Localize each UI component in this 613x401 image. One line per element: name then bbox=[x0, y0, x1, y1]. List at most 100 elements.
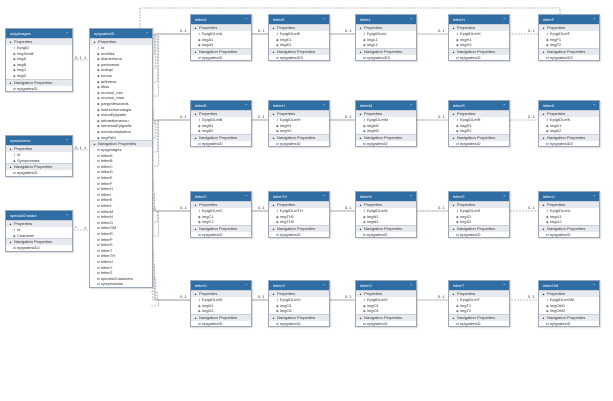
entity-header[interactable]: letterO ⌃ bbox=[356, 281, 416, 290]
chevron-icon[interactable]: ⌃ bbox=[410, 15, 413, 24]
association-lettera-4[interactable] bbox=[151, 33, 190, 41]
properties-section-header[interactable]: ▲ Properties bbox=[449, 201, 509, 208]
entity-header[interactable]: letterTH ⌃ bbox=[269, 192, 329, 201]
association-letterd-19[interactable] bbox=[151, 249, 190, 301]
navigation-section-header[interactable]: ▲ Navigation Properties bbox=[269, 224, 329, 232]
entity-header[interactable]: letterS ⌃ bbox=[449, 192, 509, 201]
chevron-icon[interactable]: ⌃ bbox=[593, 281, 596, 290]
navigation-row[interactable]: ⇄epigrafesID bbox=[269, 232, 329, 238]
properties-section-header[interactable]: ▲ Properties bbox=[191, 110, 251, 117]
navigation-section-header[interactable]: ▲ Navigation Properties bbox=[269, 313, 329, 321]
properties-section-header[interactable]: ▲ Properties bbox=[6, 145, 72, 152]
navigation-row[interactable]: ⇄epigrafesID bbox=[191, 141, 251, 147]
properties-section-header[interactable]: ▲ Properties bbox=[191, 201, 251, 208]
entity-symptomes[interactable]: symptomes ⌃ ▲ Properties ⚷Id ◆Symptomata ▲ Navi… bbox=[5, 135, 73, 177]
chevron-icon[interactable]: ⌃ bbox=[245, 281, 248, 290]
entity-header[interactable]: letterM ⌃ bbox=[356, 101, 416, 110]
navigation-section-header[interactable]: ▲ Navigation Properties bbox=[191, 133, 251, 141]
entity-lettera[interactable]: letterA ⌃ ▲ Properties ⚷EpigIDLetA ◆imgA1 ◆img… bbox=[190, 14, 252, 62]
navigation-section-header[interactable]: ▲ Navigation Properties bbox=[191, 224, 251, 232]
chevron-icon[interactable]: ⌃ bbox=[323, 15, 326, 24]
properties-section-header[interactable]: ▲ Properties bbox=[539, 24, 599, 31]
navigation-row[interactable]: ⇄epigrafesID bbox=[449, 232, 509, 238]
navigation-row[interactable]: ⇄epigrafesID bbox=[539, 232, 599, 238]
navigation-section-header[interactable]: ▲ Navigation Properties bbox=[269, 47, 329, 55]
chevron-icon[interactable]: ⌃ bbox=[503, 15, 506, 24]
chevron-icon[interactable]: ⌃ bbox=[593, 101, 596, 110]
entity-lettere[interactable]: letterE ⌃ ▲ Properties ⚷EpigIDLetE ◆imgE1 ◆img… bbox=[268, 14, 330, 62]
entity-header[interactable]: letterH ⌃ bbox=[269, 101, 329, 110]
navigation-row[interactable]: ⇄epigrafesID bbox=[6, 86, 72, 92]
entity-lettert[interactable]: letterT ⌃ ▲ Properties ⚷EpigIDLetT ◆imgT1 ◆img… bbox=[448, 280, 510, 328]
chevron-icon[interactable]: ⌃ bbox=[245, 192, 248, 201]
navigation-row[interactable]: ⇄epigrafesID3 bbox=[539, 55, 599, 61]
entity-header[interactable]: letterL ⌃ bbox=[356, 15, 416, 24]
navigation-row[interactable]: ⇄epigrafesID3 bbox=[539, 141, 599, 147]
entity-epigrafesid[interactable]: epigrafesID ⌃ ▲ Properties ⚷Id ◆morfida ◆diame… bbox=[89, 28, 153, 288]
properties-section-header[interactable]: ▲ Properties bbox=[269, 290, 329, 297]
navigation-row[interactable]: ⇄epigrafesID bbox=[269, 321, 329, 327]
chevron-icon[interactable]: ⌃ bbox=[323, 101, 326, 110]
chevron-icon[interactable]: ⌃ bbox=[503, 101, 506, 110]
entity-header[interactable]: epigrafesID ⌃ bbox=[90, 29, 152, 38]
properties-section-header[interactable]: ▲ Properties bbox=[356, 201, 416, 208]
navigation-row[interactable]: ⇄epigrafesID bbox=[269, 141, 329, 147]
chevron-icon[interactable]: ⌃ bbox=[66, 29, 69, 38]
entity-header[interactable]: letterR ⌃ bbox=[449, 101, 509, 110]
navigation-section-header[interactable]: ▲ Navigation Properties bbox=[449, 313, 509, 321]
entity-header[interactable]: letterF ⌃ bbox=[539, 15, 599, 24]
chevron-icon[interactable]: ⌃ bbox=[245, 101, 248, 110]
properties-section-header[interactable]: ▲ Properties bbox=[6, 220, 72, 227]
chevron-icon[interactable]: ⌃ bbox=[245, 15, 248, 24]
properties-section-header[interactable]: ▲ Properties bbox=[449, 290, 509, 297]
entity-letterh[interactable]: letterH ⌃ ▲ Properties ⚷EpigIDLetH ◆imgH1 ◆img… bbox=[268, 100, 330, 148]
properties-section-header[interactable]: ▲ Properties bbox=[539, 290, 599, 297]
entity-letterc[interactable]: letterC ⌃ ▲ Properties ⚷EpigIDLetC ◆imgC1 ◆img… bbox=[190, 191, 252, 239]
navigation-section-header[interactable]: ▲ Navigation Properties bbox=[356, 133, 416, 141]
navigation-section-header[interactable]: ▲ Navigation Properties bbox=[191, 47, 251, 55]
entity-header[interactable]: letterC ⌃ bbox=[191, 192, 251, 201]
chevron-icon[interactable]: ⌃ bbox=[593, 192, 596, 201]
entity-specialcharact[interactable]: specialCharact ⌃ ▲ Properties ⚷Id ◆Character ▲… bbox=[5, 210, 73, 252]
properties-section-header[interactable]: ▲ Properties bbox=[356, 290, 416, 297]
navigation-section-header[interactable]: ▲ Navigation Properties bbox=[539, 47, 599, 55]
entity-header[interactable]: letterO ⌃ bbox=[269, 281, 329, 290]
navigation-section-header[interactable]: ▲ Navigation Properties bbox=[6, 238, 72, 246]
chevron-icon[interactable]: ⌃ bbox=[503, 281, 506, 290]
entity-header[interactable]: epigImages ⌃ bbox=[6, 29, 72, 38]
navigation-section-header[interactable]: ▲ Navigation Properties bbox=[539, 313, 599, 321]
entity-header[interactable]: symptomes ⌃ bbox=[6, 136, 72, 145]
navigation-section-header[interactable]: ▲ Navigation Properties bbox=[356, 224, 416, 232]
properties-section-header[interactable]: ▲ Properties bbox=[539, 110, 599, 117]
navigation-row[interactable]: ⇄symptomata bbox=[90, 281, 152, 287]
navigation-row[interactable]: ⇄epigrafesID bbox=[356, 321, 416, 327]
navigation-row[interactable]: ⇄epigrafesID bbox=[449, 55, 509, 61]
properties-section-header[interactable]: ▲ Properties bbox=[449, 24, 509, 31]
navigation-row[interactable]: ⇄epigrafesID bbox=[539, 321, 599, 327]
navigation-section-header[interactable]: ▲ Navigation Properties bbox=[90, 140, 152, 148]
navigation-row[interactable]: ⇄epigrafesID bbox=[356, 141, 416, 147]
chevron-icon[interactable]: ⌃ bbox=[593, 15, 596, 24]
navigation-row[interactable]: ⇄epigrafesID bbox=[191, 55, 251, 61]
navigation-row[interactable]: ⇄epigrafesID bbox=[191, 321, 251, 327]
navigation-section-header[interactable]: ▲ Navigation Properties bbox=[269, 133, 329, 141]
navigation-section-header[interactable]: ▲ Navigation Properties bbox=[539, 224, 599, 232]
navigation-section-header[interactable]: ▲ Navigation Properties bbox=[6, 78, 72, 86]
properties-section-header[interactable]: ▲ Properties bbox=[90, 38, 152, 45]
entity-lettern[interactable]: letterN ⌃ ▲ Properties ⚷EpigIDLetN ◆imgN1 ◆img… bbox=[355, 191, 417, 239]
entity-letters[interactable]: letterS ⌃ ▲ Properties ⚷EpigIDLetS ◆imgS1 ◆img… bbox=[448, 191, 510, 239]
chevron-icon[interactable]: ⌃ bbox=[66, 136, 69, 145]
entity-letterk[interactable]: letterK ⌃ ▲ Properties ⚷EpigIDLetK ◆imgK1 ◆img… bbox=[538, 100, 600, 148]
navigation-section-header[interactable]: ▲ Navigation Properties bbox=[539, 133, 599, 141]
entity-lettero[interactable]: letterO ⌃ ▲ Properties ⚷EpigIDLetO ◆imgO1 ◆img… bbox=[355, 280, 417, 328]
navigation-row[interactable]: ⇄epigrafesID bbox=[6, 170, 72, 176]
chevron-icon[interactable]: ⌃ bbox=[66, 211, 69, 220]
properties-section-header[interactable]: ▲ Properties bbox=[6, 38, 72, 45]
entity-header[interactable]: letterU ⌃ bbox=[539, 192, 599, 201]
navigation-section-header[interactable]: ▲ Navigation Properties bbox=[449, 224, 509, 232]
navigation-row[interactable]: ⇄epigrafesID bbox=[449, 321, 509, 327]
chevron-icon[interactable]: ⌃ bbox=[146, 29, 149, 38]
properties-section-header[interactable]: ▲ Properties bbox=[269, 110, 329, 117]
chevron-icon[interactable]: ⌃ bbox=[323, 192, 326, 201]
properties-section-header[interactable]: ▲ Properties bbox=[539, 201, 599, 208]
